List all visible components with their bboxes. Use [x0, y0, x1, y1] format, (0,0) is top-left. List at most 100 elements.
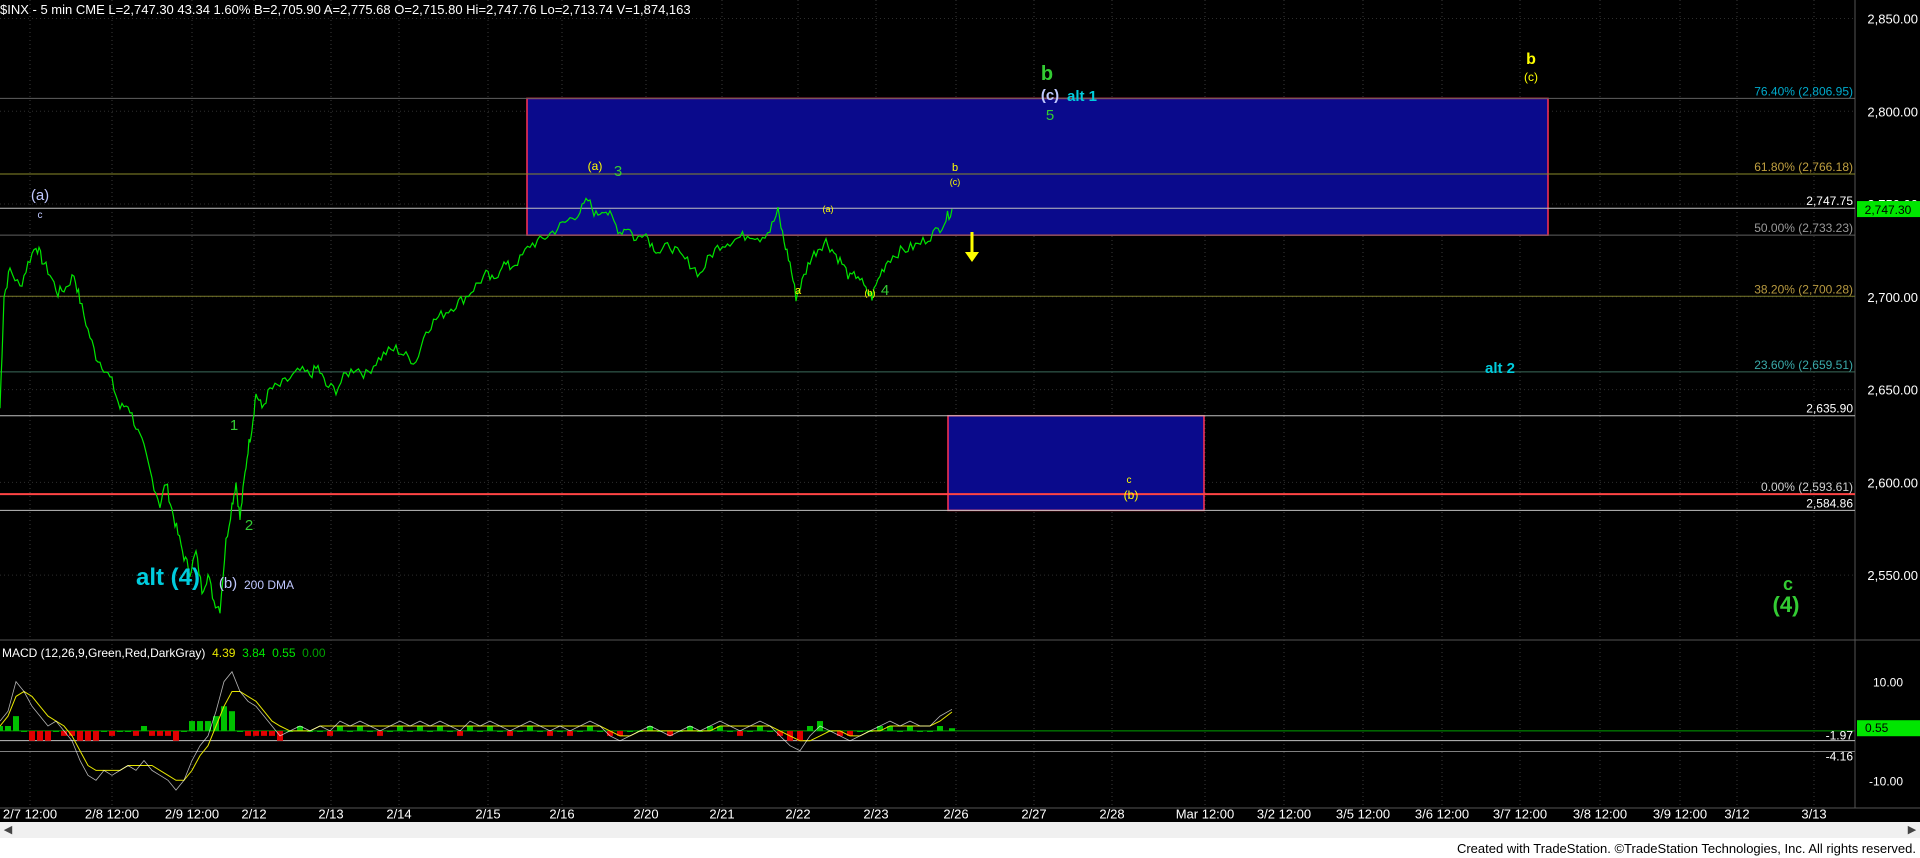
macd-histogram-bar [807, 726, 813, 731]
macd-value: 4.39 [212, 646, 236, 660]
y-tick-label: 2,600.00 [1867, 475, 1918, 490]
level-label: 23.60% (2,659.51) [1754, 358, 1853, 372]
macd-histogram-bar [141, 726, 147, 731]
macd-histogram-bar [149, 730, 155, 736]
wave-label: (c) [1041, 87, 1059, 104]
level-label: 76.40% (2,806.95) [1754, 84, 1853, 98]
wave-label: (c) [1524, 70, 1538, 84]
macd-histogram-bar [357, 726, 363, 731]
macd-histogram-bar [517, 730, 523, 732]
copyright-footer: Created with TradeStation. ©TradeStation… [1456, 841, 1916, 856]
macd-histogram-bar [261, 730, 267, 736]
down-arrow-head [965, 252, 979, 262]
macd-histogram-bar [327, 730, 333, 736]
macd-histogram-bar [417, 726, 423, 731]
x-tick-label: 2/9 12:00 [165, 806, 219, 821]
macd-histogram-bar [457, 730, 463, 736]
macd-histogram-bar [133, 730, 139, 736]
x-tick-label: 3/13 [1801, 806, 1826, 821]
macd-hist-value: 0.55 [272, 646, 296, 660]
macd-histogram-bar [53, 730, 59, 732]
x-tick-label: Mar 12:00 [1176, 806, 1235, 821]
macd-histogram-bar [85, 730, 91, 741]
macd-histogram-bar [407, 730, 413, 732]
scroll-right-icon[interactable]: ▶ [1904, 822, 1920, 838]
macd-histogram-bar [253, 730, 259, 736]
wave-label: 4 [881, 282, 889, 299]
macd-histogram-bar [125, 730, 131, 732]
horizontal-scrollbar[interactable]: ◀ ▶ [0, 822, 1920, 838]
macd-histogram-bar [527, 726, 533, 731]
wave-label: alt 2 [1485, 360, 1515, 377]
x-tick-label: 2/8 12:00 [85, 806, 139, 821]
wave-label: c [1127, 475, 1132, 486]
macd-signal-line [0, 690, 953, 781]
level-label: 2,584.86 [1806, 496, 1853, 510]
macd-histogram-bar [157, 730, 163, 736]
macd-histogram-bar [747, 730, 753, 732]
macd-histogram-bar [77, 730, 83, 741]
macd-histogram-bar [557, 730, 563, 732]
wave-label: 200 DMA [244, 578, 294, 592]
macd-histogram-bar [949, 728, 955, 731]
macd-histogram-bar [173, 730, 179, 741]
macd-histogram-bar [117, 730, 123, 732]
wave-label: b [1041, 63, 1053, 85]
macd-histogram-bar [37, 730, 43, 741]
wave-label: (b) [865, 288, 876, 298]
macd-ref-tag: -1.97 [1826, 729, 1854, 743]
x-tick-label: 2/16 [549, 806, 574, 821]
y-tick-label: 2,800.00 [1867, 104, 1918, 119]
x-tick-label: 2/7 12:00 [3, 806, 57, 821]
y-tick-label: 2,850.00 [1867, 12, 1918, 27]
macd-histogram-bar [21, 730, 27, 732]
x-tick-label: 2/22 [785, 806, 810, 821]
level-label: 38.20% (2,700.28) [1754, 282, 1853, 296]
price-chart: 2/7 12:00 2/8 12:00 2/9 12:00 2/12 2/13 2/14 2… [0, 0, 1920, 821]
wave-label: a [795, 285, 802, 297]
y-tick-label: 2,700.00 [1867, 290, 1918, 305]
macd-histogram-bar [93, 730, 99, 741]
macd-ref-tag: -4.16 [1826, 749, 1854, 763]
macd-histogram-bar [237, 730, 243, 732]
wave-label: 3 [614, 163, 622, 180]
x-tick-label: 2/14 [386, 806, 411, 821]
price-series-line [0, 197, 953, 614]
macd-histogram-bar [937, 726, 943, 731]
wave-label: (b) [219, 575, 237, 592]
wave-label: c [38, 210, 43, 221]
wave-label: (a) [31, 187, 49, 204]
wave-label: b [952, 162, 958, 174]
macd-histogram-bar [907, 726, 913, 731]
macd-histogram-bar [5, 726, 11, 731]
x-tick-label: 2/28 [1099, 806, 1124, 821]
x-tick-label: 3/7 12:00 [1493, 806, 1547, 821]
macd-histogram-bar [547, 730, 553, 736]
wave-label: (a) [588, 159, 603, 173]
x-tick-label: 2/13 [318, 806, 343, 821]
footer-band: Created with TradeStation. ©TradeStation… [0, 838, 1920, 858]
macd-histogram-bar [577, 730, 583, 732]
x-tick-label: 2/12 [241, 806, 266, 821]
macd-histogram-bar [587, 726, 593, 731]
scroll-left-icon[interactable]: ◀ [0, 822, 16, 838]
macd-histogram-bar [13, 716, 19, 731]
macd-tick-label: 10.00 [1873, 676, 1903, 690]
macd-histogram-bar [377, 730, 383, 736]
lower-target-box [947, 414, 1205, 512]
macd-histogram-bar [189, 721, 195, 731]
x-tick-label: 2/27 [1021, 806, 1046, 821]
level-label: 2,635.90 [1806, 402, 1853, 416]
x-tick-label: 3/9 12:00 [1653, 806, 1707, 821]
macd-histogram-bar [857, 730, 863, 732]
macd-histogram-bar [727, 730, 733, 732]
wave-label: alt 1 [1067, 88, 1097, 105]
macd-histogram-bar [397, 726, 403, 731]
x-tick-label: 3/12 [1724, 806, 1749, 821]
macd-histogram-bar [767, 730, 773, 732]
wave-label: (b) [1124, 488, 1139, 502]
level-label: 2,747.75 [1806, 194, 1853, 208]
macd-histogram-bar [467, 726, 473, 731]
y-tick-label: 2,550.00 [1867, 568, 1918, 583]
x-tick-label: 2/15 [475, 806, 500, 821]
